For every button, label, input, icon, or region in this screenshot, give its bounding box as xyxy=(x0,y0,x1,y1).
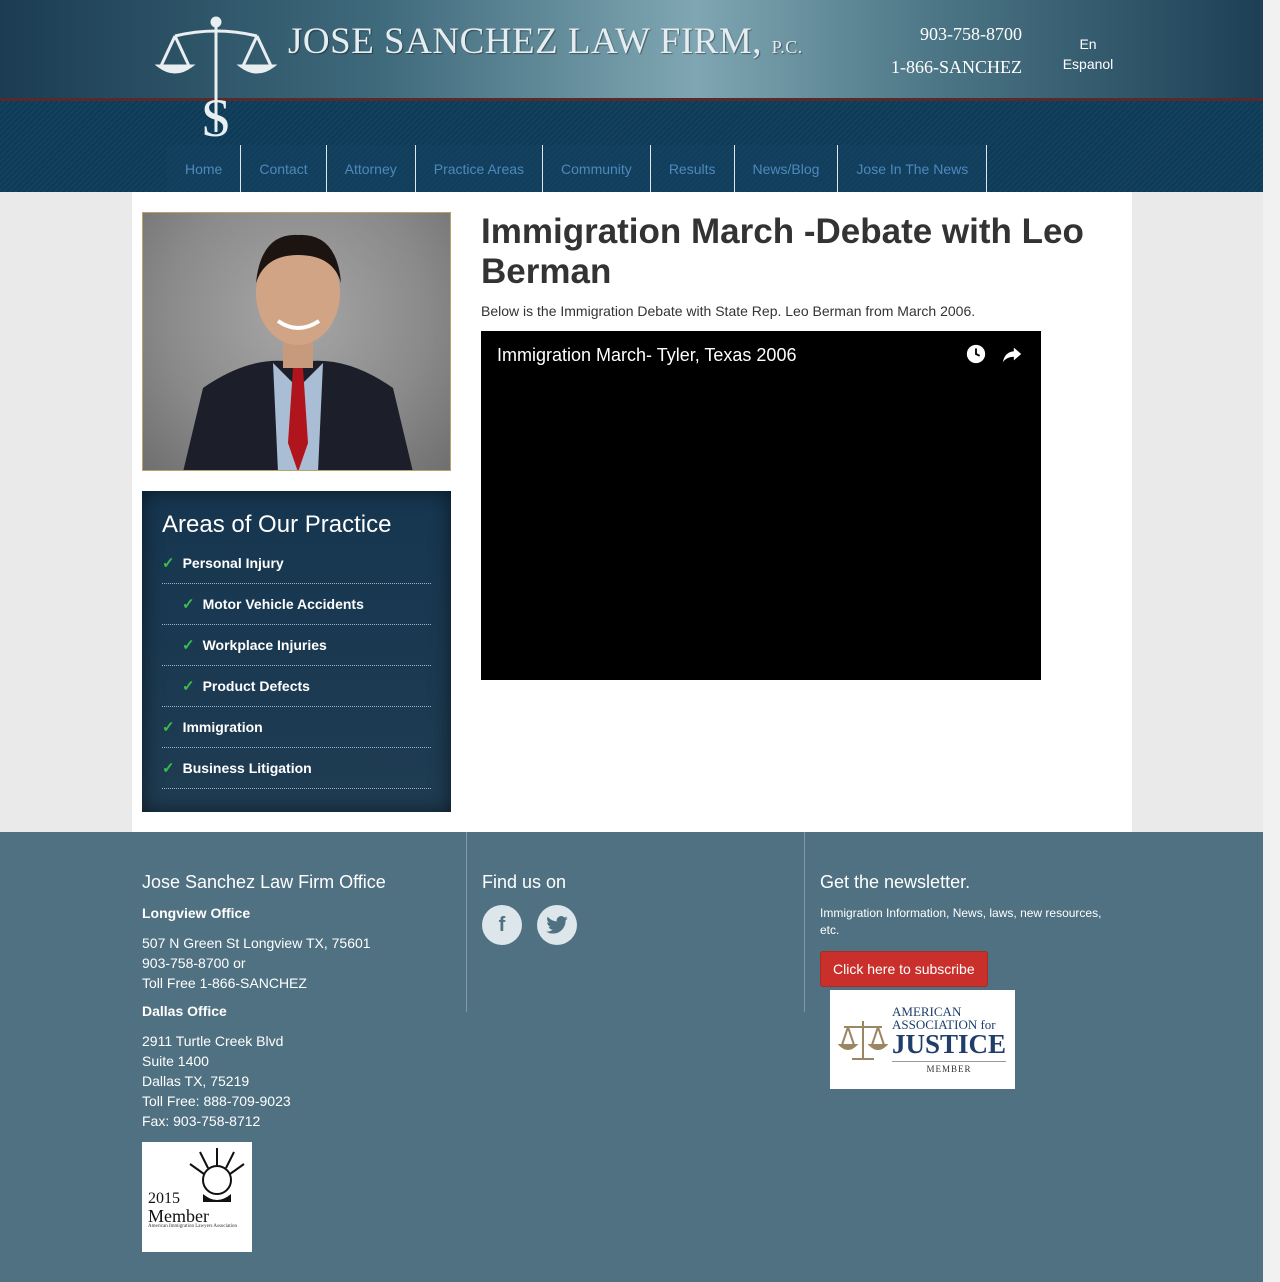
nav-item-jose-in-the-news[interactable]: Jose In The News xyxy=(838,145,988,192)
footer-social-column: Find us on f xyxy=(482,872,782,945)
check-icon: ✓ xyxy=(162,760,175,777)
page-gutter-left xyxy=(0,192,132,832)
post-intro: Below is the Immigration Debate with Sta… xyxy=(481,303,976,319)
aila-org-label: American Immigration Lawyers Association xyxy=(148,1224,238,1229)
footer-office-heading: Jose Sanchez Law Firm Office xyxy=(142,872,386,892)
footer-divider xyxy=(804,832,805,1012)
firm-name[interactable]: JOSE SANCHEZ LAW FIRM, P.C. xyxy=(288,20,803,63)
video-controls xyxy=(965,343,1023,365)
dallas-street: 2911 Turtle Creek Blvd xyxy=(142,1033,284,1049)
firm-name-text: JOSE SANCHEZ LAW FIRM xyxy=(288,21,753,62)
page-title: Immigration March -Debate with Leo Berma… xyxy=(481,212,1084,291)
newsletter-description: Immigration Information, News, laws, new… xyxy=(820,906,1102,937)
practice-item-label: Workplace Injuries xyxy=(202,637,327,653)
practice-areas-title: Areas of Our Practice xyxy=(162,511,392,538)
practice-item-motor-vehicle[interactable]: ✓ Motor Vehicle Accidents xyxy=(162,584,431,625)
scales-logo-icon[interactable]: S xyxy=(155,14,277,142)
footer-divider xyxy=(466,832,467,1012)
nav-item-community[interactable]: Community xyxy=(543,145,651,192)
practice-item-business-litigation[interactable]: ✓ Business Litigation xyxy=(162,748,431,789)
aaj-line3: JUSTICE xyxy=(892,1029,1007,1059)
check-icon: ✓ xyxy=(182,596,195,613)
nav-item-practice-areas[interactable]: Practice Areas xyxy=(415,145,544,192)
page-gutter-right xyxy=(1132,192,1263,832)
aila-member-badge[interactable]: 2015 Member American Immigration Lawyers… xyxy=(142,1142,252,1252)
video-player[interactable]: Immigration March- Tyler, Texas 2006 xyxy=(481,331,1041,680)
practice-item-label: Motor Vehicle Accidents xyxy=(202,596,364,612)
practice-item-workplace-injuries[interactable]: ✓ Workplace Injuries xyxy=(162,625,431,666)
scrollbar-track[interactable] xyxy=(1263,0,1280,1282)
video-title[interactable]: Immigration March- Tyler, Texas 2006 xyxy=(497,345,796,366)
check-icon: ✓ xyxy=(162,555,175,572)
attorney-photo-icon xyxy=(183,234,413,470)
practice-item-product-defects[interactable]: ✓ Product Defects xyxy=(162,666,431,707)
practice-item-label: Personal Injury xyxy=(182,555,284,571)
find-us-heading: Find us on xyxy=(482,872,567,892)
share-icon[interactable] xyxy=(1001,343,1023,365)
check-icon: ✓ xyxy=(182,637,195,654)
dallas-fax: Fax: 903-758-8712 xyxy=(142,1113,261,1129)
social-links: f xyxy=(482,905,782,945)
longview-address: 507 N Green St Longview TX, 75601 xyxy=(142,935,371,951)
newsletter-heading: Get the newsletter. xyxy=(820,872,971,892)
practice-item-immigration[interactable]: ✓ Immigration xyxy=(162,707,431,748)
practice-item-label: Immigration xyxy=(182,719,263,735)
nav-item-results[interactable]: Results xyxy=(650,145,735,192)
dallas-toll-free[interactable]: Toll Free: 888-709-9023 xyxy=(142,1091,462,1111)
firm-suffix: P.C. xyxy=(771,37,803,57)
language-es-link[interactable]: Espanol xyxy=(1058,56,1118,72)
footer-newsletter-column: Get the newsletter. Immigration Informat… xyxy=(820,872,1120,987)
dallas-suite: Suite 1400 xyxy=(142,1053,209,1069)
nav-item-news-blog[interactable]: News/Blog xyxy=(734,145,839,192)
watch-later-icon[interactable] xyxy=(965,343,987,365)
facebook-icon[interactable]: f xyxy=(482,905,522,945)
longview-office-title: Longview Office xyxy=(142,905,251,921)
twitter-icon[interactable] xyxy=(537,905,577,945)
dallas-office-title: Dallas Office xyxy=(142,1003,227,1019)
longview-phone[interactable]: 903-758-8700 or xyxy=(142,953,462,973)
check-icon: ✓ xyxy=(182,678,195,695)
attorney-portrait xyxy=(142,212,451,471)
longview-toll-free[interactable]: Toll Free 1-866-SANCHEZ xyxy=(142,973,462,993)
practice-item-label: Business Litigation xyxy=(182,760,312,776)
aaj-member-label: MEMBER xyxy=(892,1061,1007,1074)
main-nav: Home Contact Attorney Practice Areas Com… xyxy=(167,145,988,192)
language-en-link[interactable]: En xyxy=(1058,36,1118,52)
svg-text:S: S xyxy=(201,88,231,142)
practice-areas-box: Areas of Our Practice ✓ Personal Injury … xyxy=(142,491,451,812)
phone-local[interactable]: 903-758-8700 xyxy=(920,24,1022,45)
nav-item-home[interactable]: Home xyxy=(167,145,242,192)
nav-item-contact[interactable]: Contact xyxy=(241,145,327,192)
subscribe-button[interactable]: Click here to subscribe xyxy=(820,951,988,987)
scales-badge-icon xyxy=(838,1020,888,1060)
practice-item-personal-injury[interactable]: ✓ Personal Injury xyxy=(162,543,431,584)
footer-office-column: Jose Sanchez Law Firm Office Longview Of… xyxy=(142,872,462,1131)
dallas-city: Dallas TX, 75219 xyxy=(142,1073,250,1089)
phone-toll-free[interactable]: 1-866-SANCHEZ xyxy=(891,57,1022,78)
aaj-text: AMERICAN ASSOCIATION for JUSTICE MEMBER xyxy=(892,1005,1007,1074)
practice-item-label: Product Defects xyxy=(202,678,310,694)
nav-item-attorney[interactable]: Attorney xyxy=(326,145,416,192)
check-icon: ✓ xyxy=(162,719,175,736)
aaj-member-badge[interactable]: AMERICAN ASSOCIATION for JUSTICE MEMBER xyxy=(830,990,1015,1089)
